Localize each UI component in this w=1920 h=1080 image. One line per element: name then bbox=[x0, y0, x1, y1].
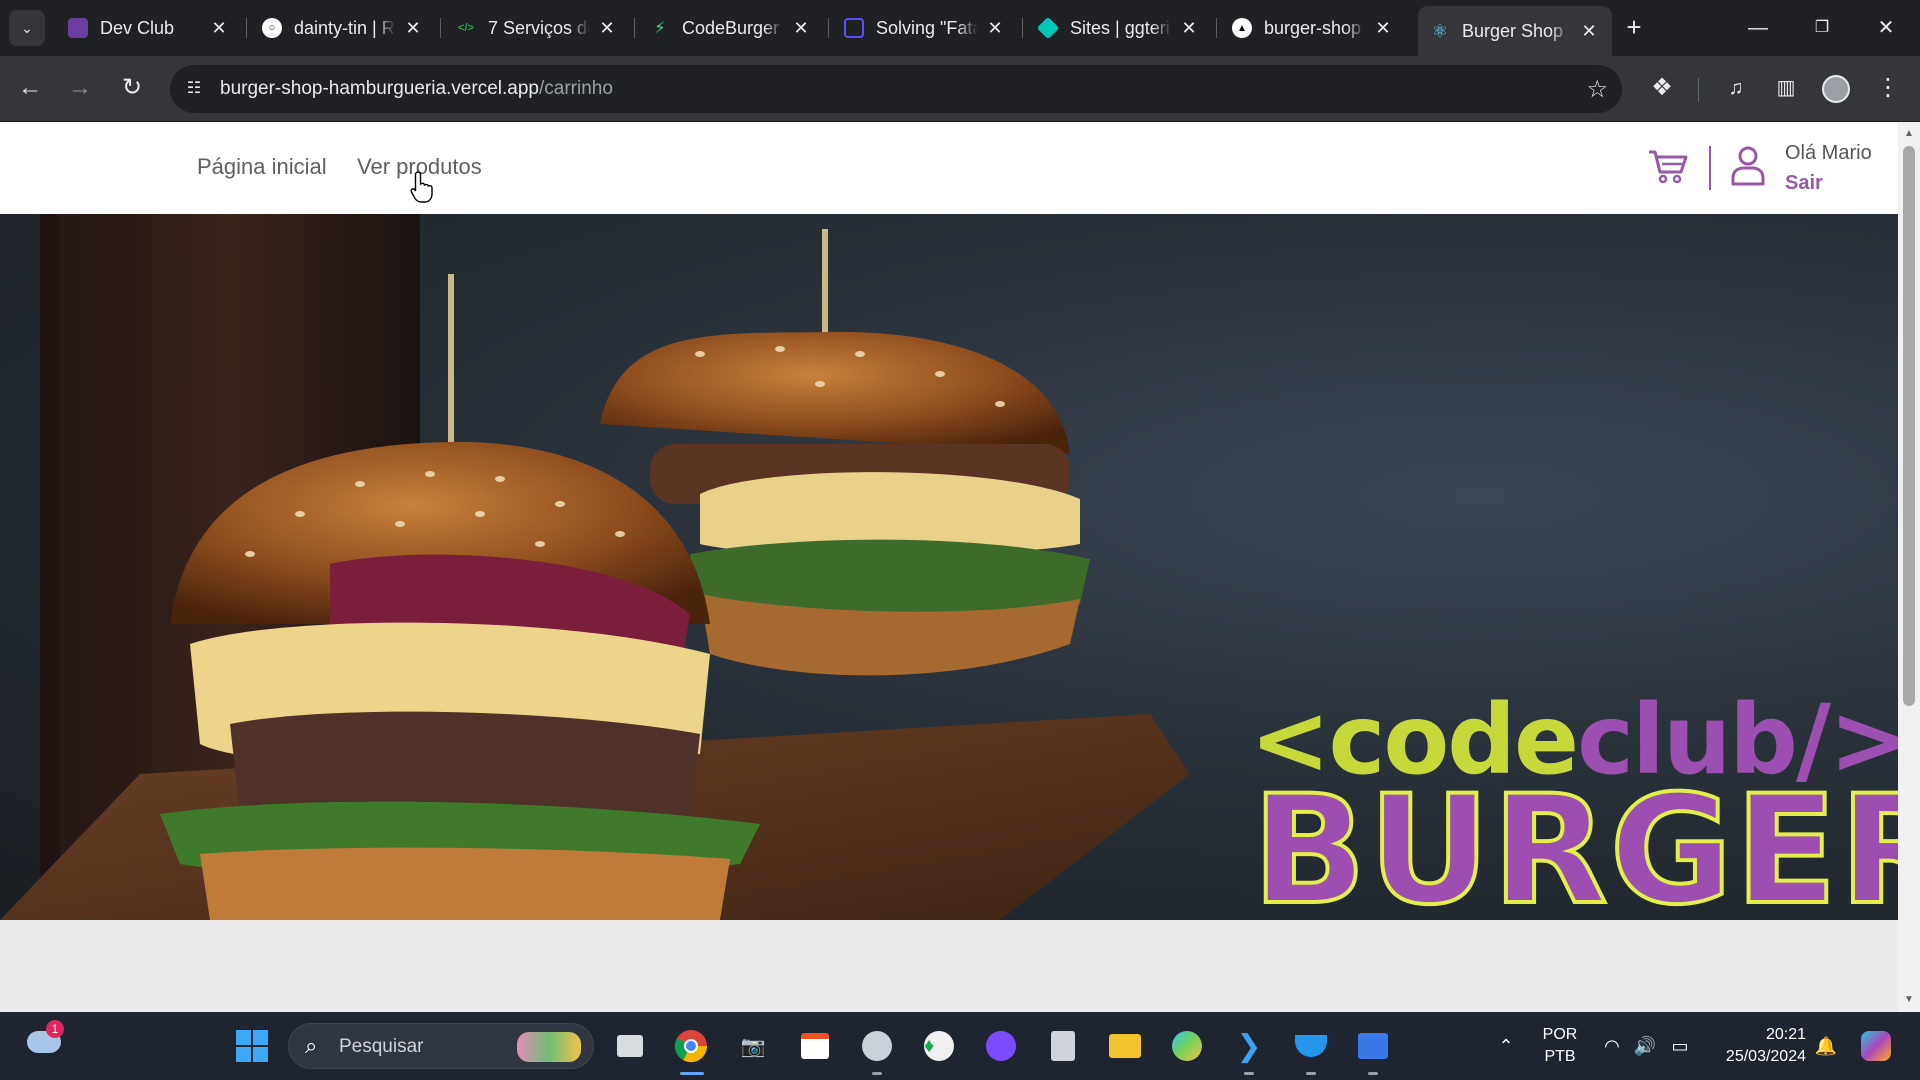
browser-tab[interactable]: Solving "Fata ✕ bbox=[832, 8, 1018, 48]
browser-tab[interactable]: Dev Club ✕ bbox=[56, 8, 242, 48]
close-window-icon[interactable]: ✕ bbox=[1856, 10, 1916, 46]
tab-favicon-icon bbox=[844, 18, 864, 38]
docker-icon[interactable] bbox=[1291, 1026, 1331, 1066]
volume-icon[interactable]: 🔊 bbox=[1625, 1026, 1665, 1066]
scrollbar-thumb[interactable] bbox=[1903, 146, 1915, 706]
cart-icon[interactable] bbox=[1646, 144, 1690, 188]
page-scrollbar[interactable]: ▲ ▼ bbox=[1898, 122, 1920, 1012]
file-explorer-icon[interactable] bbox=[1105, 1026, 1145, 1066]
tab-title: burger-shop bbox=[1264, 17, 1362, 38]
scroll-down-icon[interactable]: ▼ bbox=[1902, 994, 1916, 1005]
burger-logo-text: BURGER bbox=[1250, 764, 1898, 920]
media-control-icon[interactable]: ♫ bbox=[1718, 70, 1754, 106]
url-text[interactable]: burger-shop-hamburgueria.vercel.app/carr… bbox=[220, 78, 613, 100]
close-tab-icon[interactable]: ✕ bbox=[984, 18, 1006, 39]
chrome-icon[interactable] bbox=[671, 1026, 711, 1066]
search-icon: ⌕ bbox=[305, 1033, 318, 1058]
browser-tab[interactable]: ⚡ CodeBurger ✕ bbox=[638, 8, 824, 48]
tab-search-button[interactable]: ⌄ bbox=[9, 10, 45, 46]
search-highlight-art bbox=[517, 1032, 581, 1062]
address-bar[interactable]: ☷ burger-shop-hamburgueria.vercel.app/ca… bbox=[170, 65, 1622, 113]
clock[interactable]: 20:21 25/03/2024 bbox=[1706, 1026, 1806, 1066]
page-viewport: Página inicial Ver produtos Olá Mario Sa… bbox=[0, 122, 1898, 1012]
notification-badge: 1 bbox=[46, 1020, 64, 1038]
terminal-app-icon[interactable] bbox=[1353, 1026, 1393, 1066]
browser-tab[interactable]: </> 7 Serviços de ✕ bbox=[444, 8, 630, 48]
profile-avatar[interactable] bbox=[1818, 70, 1854, 106]
hero-banner: <codeclub/> BURGER bbox=[0, 214, 1898, 920]
tab-title: Sites | ggteri bbox=[1070, 17, 1170, 38]
browser-tab[interactable]: ○ dainty-tin | R ✕ bbox=[250, 8, 436, 48]
user-greeting: Olá Mario bbox=[1785, 142, 1872, 164]
react-icon: ⚛ bbox=[1431, 20, 1449, 41]
tab-title: 7 Serviços de bbox=[488, 17, 590, 38]
side-panel-icon[interactable]: ▥ bbox=[1768, 70, 1804, 106]
new-tab-button[interactable]: + bbox=[1618, 12, 1650, 44]
close-tab-icon[interactable]: ✕ bbox=[1372, 18, 1394, 39]
more-menu-icon[interactable]: ⋮ bbox=[1870, 70, 1906, 106]
tab-favicon-icon bbox=[68, 18, 88, 38]
extensions-puzzle-icon[interactable]: ❖ bbox=[1644, 70, 1680, 106]
close-tab-icon[interactable]: ✕ bbox=[790, 18, 812, 39]
vercel-icon: ▲ bbox=[1232, 18, 1252, 38]
back-arrow-icon[interactable]: ← bbox=[12, 70, 48, 106]
site-settings-icon[interactable]: ☷ bbox=[182, 77, 206, 101]
close-tab-icon[interactable]: ✕ bbox=[402, 18, 424, 39]
bolt-icon: ⚡ bbox=[654, 20, 666, 37]
browser-tab[interactable]: ▲ burger-shop ✕ bbox=[1220, 8, 1406, 48]
microsoft-store-icon[interactable] bbox=[795, 1026, 835, 1066]
task-view-icon[interactable] bbox=[610, 1026, 650, 1066]
minimize-icon[interactable]: — bbox=[1728, 10, 1788, 46]
weather-widget[interactable]: 1 bbox=[24, 1020, 64, 1062]
battery-icon[interactable]: ▭ bbox=[1660, 1026, 1700, 1066]
close-tab-icon[interactable]: ✕ bbox=[1178, 18, 1200, 39]
search-placeholder: Pesquisar bbox=[339, 1036, 424, 1057]
close-tab-icon[interactable]: ✕ bbox=[596, 18, 618, 39]
close-tab-icon[interactable]: ✕ bbox=[208, 18, 230, 39]
paint-icon[interactable] bbox=[1167, 1026, 1207, 1066]
beekeeper-icon[interactable] bbox=[981, 1026, 1021, 1066]
browser-tab-strip: ⌄ Dev Club ✕ ○ dainty-tin | R ✕ </> 7 Se… bbox=[0, 0, 1920, 56]
copilot-icon[interactable] bbox=[1856, 1026, 1896, 1066]
calculator-icon[interactable] bbox=[1043, 1026, 1083, 1066]
mongodb-icon[interactable]: ♦ bbox=[919, 1026, 959, 1066]
nav-home-link[interactable]: Página inicial bbox=[197, 154, 327, 180]
forward-arrow-icon[interactable]: → bbox=[62, 70, 98, 106]
hand-pointer-icon bbox=[410, 171, 433, 203]
header-divider bbox=[1709, 146, 1711, 190]
browser-toolbar: ← → ↻ ☷ burger-shop-hamburgueria.vercel.… bbox=[0, 56, 1920, 122]
reload-icon[interactable]: ↻ bbox=[114, 70, 150, 106]
chevron-up-icon[interactable]: ⌃ bbox=[1486, 1026, 1526, 1066]
bookmark-star-icon[interactable]: ☆ bbox=[1586, 75, 1608, 104]
browser-tab[interactable]: Sites | ggteri ✕ bbox=[1026, 8, 1212, 48]
tab-title: Burger Shop bbox=[1462, 20, 1564, 41]
tab-title: CodeBurger bbox=[682, 17, 780, 38]
taskbar-search[interactable]: ⌕ Pesquisar bbox=[288, 1023, 594, 1069]
tab-title: dainty-tin | R bbox=[294, 17, 395, 38]
browser-tab-active[interactable]: ⚛ Burger Shop ✕ bbox=[1418, 6, 1612, 56]
notification-bell-icon[interactable]: 🔔 bbox=[1806, 1026, 1846, 1066]
windows-taskbar: 1 ⌕ Pesquisar 📷 ♦ ❯ ⌃ POR PTB ◠ 🔊 ▭ 20:2… bbox=[0, 1012, 1920, 1080]
language-indicator[interactable]: POR PTB bbox=[1536, 1026, 1584, 1066]
code-icon: </> bbox=[458, 22, 474, 34]
github-desktop-icon[interactable] bbox=[857, 1026, 897, 1066]
vscode-icon[interactable]: ❯ bbox=[1229, 1026, 1269, 1066]
user-icon bbox=[1731, 146, 1765, 186]
scroll-up-icon[interactable]: ▲ bbox=[1902, 128, 1916, 139]
tab-title: Solving "Fata bbox=[876, 17, 978, 38]
windows-start-icon[interactable] bbox=[232, 1026, 272, 1066]
tab-title: Dev Club bbox=[100, 17, 175, 38]
netlify-icon bbox=[1036, 16, 1060, 40]
restore-icon[interactable]: ❐ bbox=[1792, 10, 1852, 46]
site-header: Página inicial Ver produtos Olá Mario Sa… bbox=[0, 122, 1898, 214]
logout-link[interactable]: Sair bbox=[1785, 172, 1823, 195]
camera-icon[interactable]: 📷 bbox=[733, 1026, 773, 1066]
close-tab-icon[interactable]: ✕ bbox=[1578, 21, 1600, 42]
chevron-down-icon: ⌄ bbox=[21, 19, 33, 36]
tab-favicon-icon: ○ bbox=[262, 18, 282, 38]
